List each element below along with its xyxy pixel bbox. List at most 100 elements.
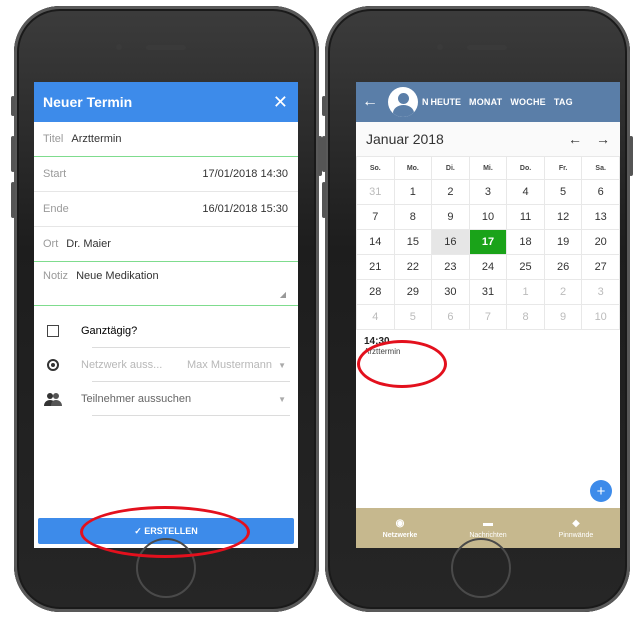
calendar-day[interactable]: 12 (543, 204, 583, 230)
truncated-nav-item[interactable]: N (422, 97, 429, 107)
calendar-day[interactable]: 16 (431, 229, 470, 255)
calendar-day[interactable]: 29 (393, 279, 433, 305)
calendar-day[interactable]: 17 (468, 229, 508, 255)
calendar-day[interactable]: 18 (506, 229, 545, 255)
weekday-header: Mo. (393, 156, 433, 180)
home-button[interactable] (136, 538, 196, 598)
weekday-header: Di. (431, 156, 470, 180)
calendar-day[interactable]: 8 (393, 204, 433, 230)
calendar-day[interactable]: 5 (543, 179, 583, 205)
event-time: 14:30 (364, 336, 390, 347)
calendar-day[interactable]: 8 (506, 304, 545, 330)
new-appointment-screen: Neuer Termin ✕ Titel Arzttermin Start 17… (34, 82, 298, 548)
note-field[interactable]: Notiz Neue Medikation ◢ (34, 262, 298, 306)
calendar-day[interactable]: 1 (393, 179, 433, 205)
calendar-day[interactable]: 26 (543, 254, 583, 280)
phone-volume-up (11, 136, 15, 172)
chevron-down-icon: ▼ (278, 360, 286, 370)
participants-placeholder: Teilnehmer aussuchen (81, 393, 192, 405)
next-month-arrow-icon[interactable]: → (596, 131, 610, 147)
start-field[interactable]: Start 17/01/2018 14:30 (34, 157, 298, 192)
calendar-day[interactable]: 9 (431, 204, 470, 230)
allday-checkbox[interactable] (47, 325, 59, 337)
calendar-day[interactable]: 10 (581, 304, 620, 330)
calendar-day[interactable]: 7 (356, 204, 395, 230)
dialog-header: Neuer Termin ✕ (34, 82, 298, 122)
calendar-day[interactable]: 11 (506, 204, 545, 230)
calendar-day[interactable]: 10 (468, 204, 508, 230)
bottom-nav-networks[interactable]: ◉ Netzwerke (356, 508, 444, 548)
participants-select[interactable]: Teilnehmer aussuchen ▼ (34, 382, 298, 416)
month-grid: So. Mo. Di. Mi. Do. Fr. Sa. 31 1 2 3 4 5 6 7 8 9 10 11 12 1… (356, 156, 620, 330)
network-value: Max Mustermann (187, 359, 272, 371)
calendar-day[interactable]: 7 (468, 304, 508, 330)
avatar[interactable] (388, 87, 418, 117)
back-arrow-icon[interactable]: ← (362, 93, 378, 111)
calendar-day[interactable]: 27 (581, 254, 620, 280)
network-icon: ◉ (395, 517, 405, 529)
calendar-day[interactable]: 2 (543, 279, 583, 305)
dialog-title: Neuer Termin (43, 94, 133, 110)
weekday-header: Do. (506, 156, 545, 180)
calendar-day[interactable]: 20 (581, 229, 620, 255)
calendar-day[interactable]: 6 (581, 179, 620, 205)
calendar-day[interactable]: 5 (393, 304, 433, 330)
calendar-day[interactable]: 23 (431, 254, 470, 280)
weekday-header: So. (356, 156, 395, 180)
location-label: Ort (43, 238, 59, 250)
calendar-day[interactable]: 24 (468, 254, 508, 280)
chat-icon: ▬ (483, 517, 493, 529)
month-title: Januar 2018 (366, 131, 444, 147)
start-value: 17/01/2018 14:30 (202, 168, 288, 180)
location-field[interactable]: Ort Dr. Maier (34, 227, 298, 262)
calendar-day[interactable]: 1 (506, 279, 545, 305)
calendar-day[interactable]: 30 (431, 279, 470, 305)
calendar-day[interactable]: 28 (356, 279, 395, 305)
calendar-day[interactable]: 31 (356, 179, 395, 205)
phone-volume-down (322, 182, 326, 218)
start-label: Start (43, 168, 67, 180)
phone-mute-switch (322, 96, 326, 116)
allday-label: Ganztägig? (81, 325, 138, 337)
nav-day[interactable]: TAG (554, 97, 573, 107)
home-button[interactable] (451, 538, 511, 598)
right-phone-frame: ← N HEUTE MONAT WOCHE TAG Januar 2018 ← … (322, 6, 633, 612)
end-field[interactable]: Ende 16/01/2018 15:30 (34, 192, 298, 227)
close-icon[interactable]: ✕ (273, 92, 288, 113)
phone-volume-up (322, 136, 326, 172)
end-value: 16/01/2018 15:30 (202, 203, 288, 215)
calendar-day[interactable]: 25 (506, 254, 545, 280)
calendar-day[interactable]: 9 (543, 304, 583, 330)
calendar-day[interactable]: 3 (581, 279, 620, 305)
prev-month-arrow-icon[interactable]: ← (568, 131, 582, 147)
nav-today[interactable]: HEUTE (431, 97, 462, 107)
weekday-header: Mi. (468, 156, 508, 180)
phone-power-button (629, 136, 633, 176)
calendar-day[interactable]: 2 (431, 179, 470, 205)
calendar-day[interactable]: 6 (431, 304, 470, 330)
calendar-day[interactable]: 22 (393, 254, 433, 280)
earpiece-speaker (467, 45, 507, 50)
calendar-day[interactable]: 13 (581, 204, 620, 230)
calendar-day[interactable]: 15 (393, 229, 433, 255)
nav-month[interactable]: MONAT (469, 97, 502, 107)
calendar-day[interactable]: 4 (356, 304, 395, 330)
title-field[interactable]: Titel Arzttermin (34, 122, 298, 157)
event-name: Arzttermin (364, 347, 401, 356)
calendar-day[interactable]: 4 (506, 179, 545, 205)
allday-row[interactable]: Ganztägig? (34, 314, 298, 348)
nav-week[interactable]: WOCHE (510, 97, 546, 107)
bottom-nav-networks-label: Netzwerke (382, 531, 418, 539)
add-event-button[interactable]: + (590, 480, 612, 502)
calendar-day[interactable]: 3 (468, 179, 508, 205)
event-item[interactable]: 14:30 Arzttermin (356, 330, 620, 362)
calendar-day[interactable]: 19 (543, 229, 583, 255)
phone-mute-switch (11, 96, 15, 116)
network-select[interactable]: Netzwerk auss... Max Mustermann ▼ (34, 348, 298, 382)
bottom-nav-pinboards[interactable]: ◆ Pinnwände (532, 508, 620, 548)
title-label: Titel (43, 133, 64, 145)
calendar-day[interactable]: 31 (468, 279, 508, 305)
resize-handle-icon[interactable]: ◢ (280, 290, 286, 299)
calendar-day[interactable]: 21 (356, 254, 395, 280)
calendar-day[interactable]: 14 (356, 229, 395, 255)
